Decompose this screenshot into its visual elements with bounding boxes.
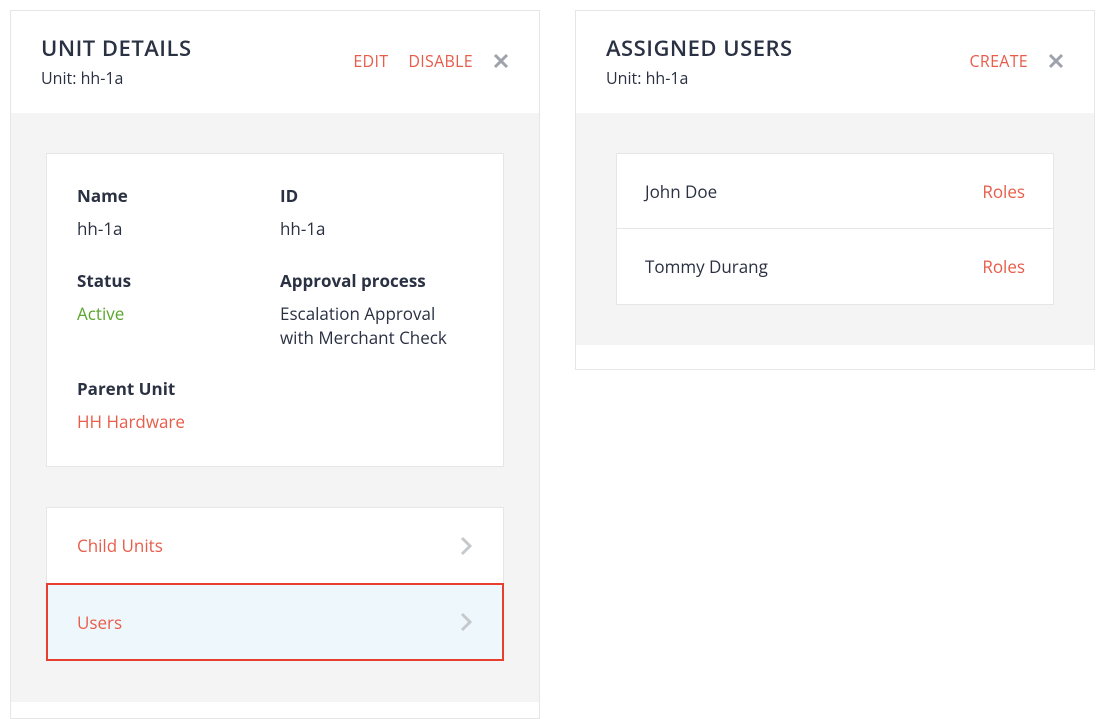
assigned-users-panel: ASSIGNED USERS Unit: hh-1a CREATE John D… xyxy=(575,10,1095,370)
chevron-right-icon xyxy=(459,535,473,557)
nav-child-units-label: Child Units xyxy=(77,534,163,557)
assigned-users-subtitle: Unit: hh-1a xyxy=(606,67,793,89)
parent-unit-link[interactable]: HH Hardware xyxy=(77,410,473,434)
unit-details-subtitle: Unit: hh-1a xyxy=(41,67,192,89)
close-icon[interactable] xyxy=(1048,53,1064,69)
assigned-users-title: ASSIGNED USERS xyxy=(606,33,793,63)
unit-details-header: UNIT DETAILS Unit: hh-1a EDIT DISABLE xyxy=(11,11,539,113)
user-list: John Doe Roles Tommy Durang Roles xyxy=(616,153,1054,305)
approval-value: Escalation Approval with Merchant Check xyxy=(280,302,473,350)
unit-details-panel: UNIT DETAILS Unit: hh-1a EDIT DISABLE Na… xyxy=(10,10,540,719)
name-value: hh-1a xyxy=(77,217,270,241)
name-label: Name xyxy=(77,184,270,207)
roles-link[interactable]: Roles xyxy=(982,180,1025,203)
assigned-users-header: ASSIGNED USERS Unit: hh-1a CREATE xyxy=(576,11,1094,113)
user-name: Tommy Durang xyxy=(645,255,768,278)
approval-label: Approval process xyxy=(280,269,473,292)
disable-button[interactable]: DISABLE xyxy=(408,50,473,72)
nav-users[interactable]: Users xyxy=(47,584,503,660)
unit-info-card: Name hh-1a ID hh-1a Status Active Approv… xyxy=(46,153,504,467)
id-value: hh-1a xyxy=(280,217,473,241)
parent-label: Parent Unit xyxy=(77,377,473,400)
close-icon[interactable] xyxy=(493,53,509,69)
status-label: Status xyxy=(77,269,270,292)
edit-button[interactable]: EDIT xyxy=(353,50,388,72)
status-value: Active xyxy=(77,302,270,326)
chevron-right-icon xyxy=(459,611,473,633)
unit-nav-list: Child Units Users xyxy=(46,507,504,661)
nav-users-label: Users xyxy=(77,611,122,634)
nav-child-units[interactable]: Child Units xyxy=(47,508,503,584)
unit-details-title: UNIT DETAILS xyxy=(41,33,192,63)
create-button[interactable]: CREATE xyxy=(970,50,1028,72)
id-label: ID xyxy=(280,184,473,207)
user-name: John Doe xyxy=(645,180,717,203)
roles-link[interactable]: Roles xyxy=(982,255,1025,278)
user-row: Tommy Durang Roles xyxy=(617,229,1053,304)
user-row: John Doe Roles xyxy=(617,154,1053,229)
